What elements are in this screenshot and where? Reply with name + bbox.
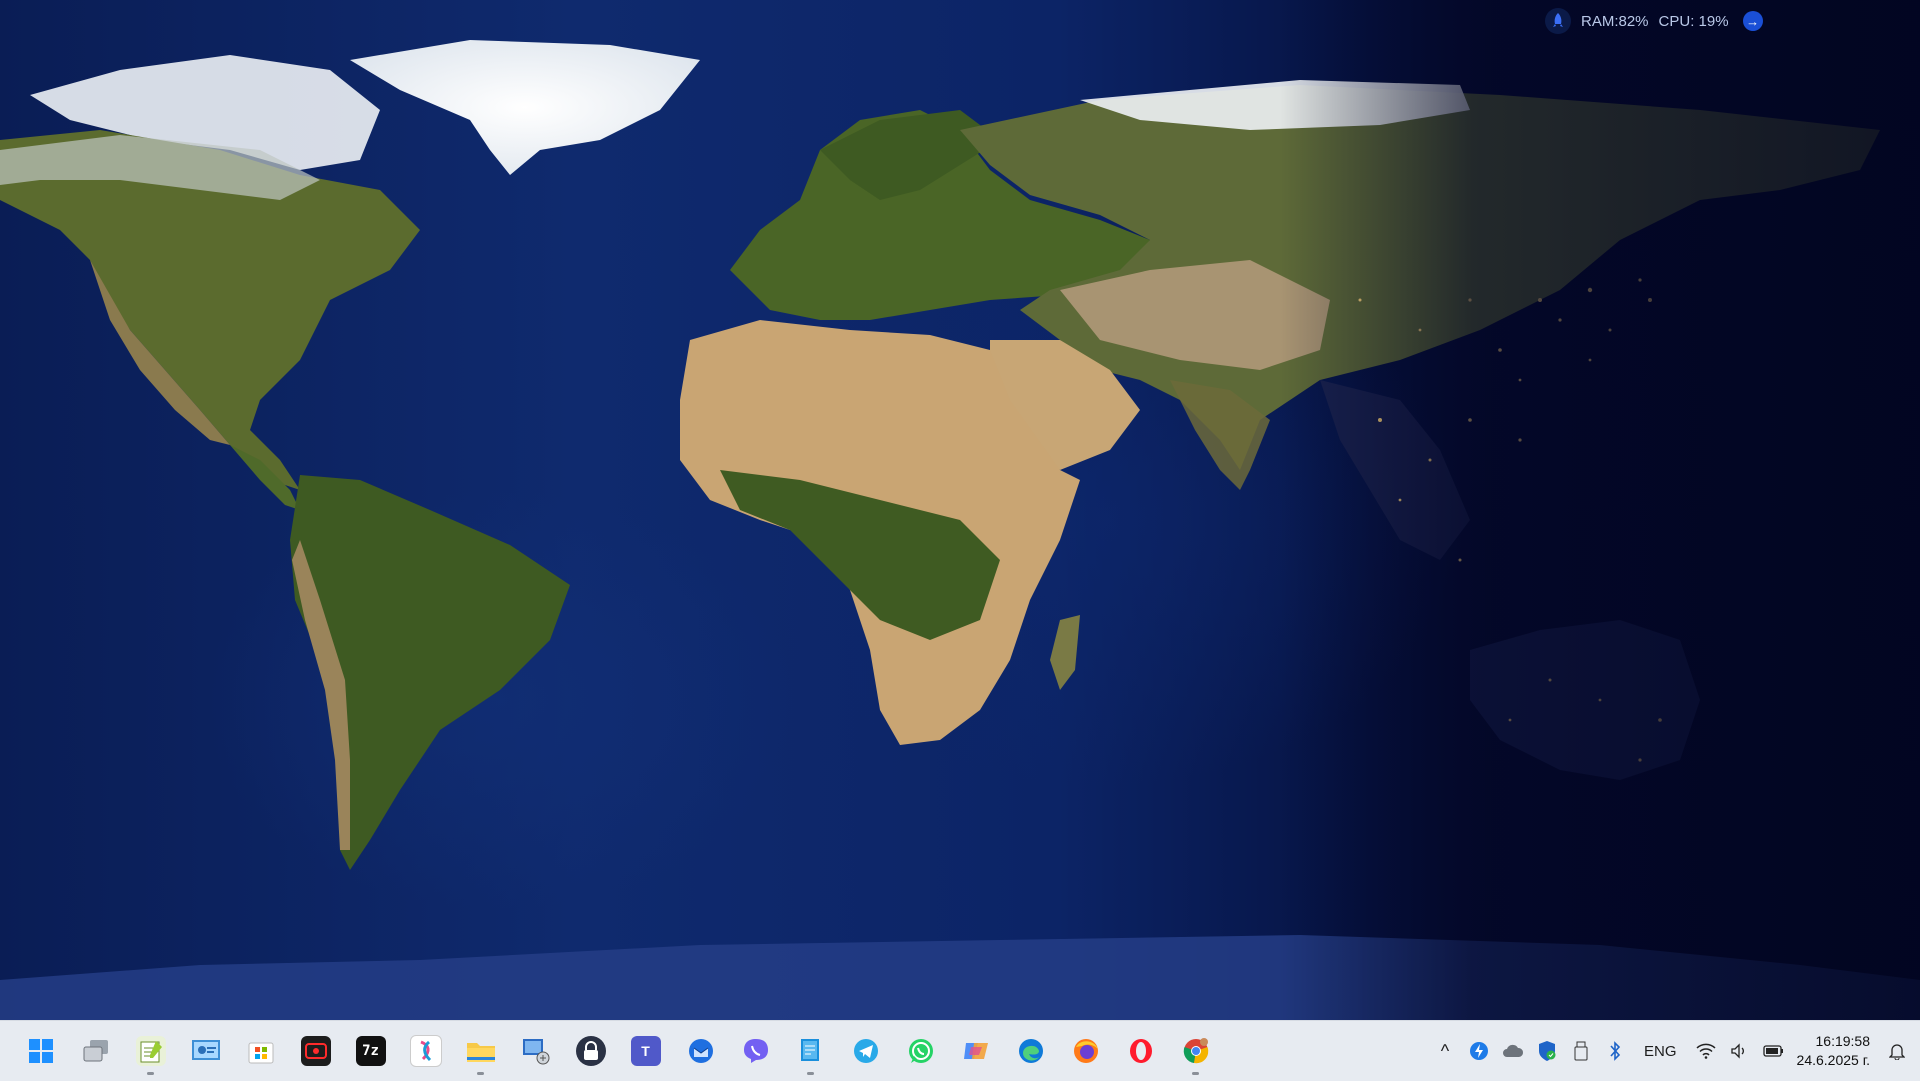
- cloud-icon[interactable]: [1496, 1031, 1530, 1071]
- task-view-button[interactable]: [73, 1027, 118, 1075]
- app-opera[interactable]: [1118, 1027, 1163, 1075]
- app-file-explorer[interactable]: [458, 1027, 503, 1075]
- cpu-usage: CPU: 19%: [1658, 12, 1729, 30]
- running-indicator: [1192, 1072, 1199, 1075]
- start-button[interactable]: [18, 1027, 63, 1075]
- whatsapp-icon: [906, 1036, 936, 1066]
- desktop[interactable]: RAM:82% CPU: 19% →: [0, 0, 1920, 1020]
- copilot-icon: [961, 1036, 991, 1066]
- running-indicator: [147, 1072, 154, 1075]
- recorder-icon: [300, 1036, 331, 1066]
- app-copilot[interactable]: [953, 1027, 998, 1075]
- app-whatsapp[interactable]: [898, 1027, 943, 1075]
- folder-icon: [466, 1036, 496, 1066]
- input-language[interactable]: ENG: [1632, 1043, 1689, 1060]
- opera-icon: [1126, 1036, 1156, 1066]
- show-hidden-icons-chevron[interactable]: ^: [1428, 1031, 1462, 1071]
- greenland: [350, 40, 700, 175]
- thunderbird-icon: [686, 1036, 716, 1066]
- teams-icon: T: [630, 1036, 661, 1066]
- clock-date: 24.6.2025 г.: [1796, 1052, 1870, 1068]
- app-teams[interactable]: T: [623, 1027, 668, 1075]
- taskbar-apps: 7z T: [18, 1021, 1228, 1081]
- lock-icon: [575, 1036, 606, 1066]
- notepad-icon: [135, 1036, 166, 1066]
- running-indicator: [807, 1072, 814, 1075]
- app-chrome[interactable]: [1173, 1027, 1218, 1075]
- wifi-icon[interactable]: [1689, 1031, 1723, 1071]
- security-shield-icon[interactable]: [1530, 1031, 1564, 1071]
- usb-drive-icon[interactable]: [1564, 1031, 1598, 1071]
- app-vpn[interactable]: [568, 1027, 613, 1075]
- app-firefox[interactable]: [1063, 1027, 1108, 1075]
- system-tray: ^ ENG 16:19:58 24.6.2025 г.: [1428, 1021, 1920, 1081]
- document-icon: [796, 1036, 826, 1066]
- windows-logo-icon: [26, 1036, 56, 1066]
- clock-time: 16:19:58: [1815, 1033, 1871, 1049]
- taskbar: 7z T ^ ENG 16:19:58 24.6.2025 г.: [0, 1020, 1920, 1081]
- madagascar: [1050, 615, 1080, 690]
- app-microsoft-store[interactable]: [238, 1027, 283, 1075]
- bluetooth-icon[interactable]: [1598, 1031, 1632, 1071]
- store-icon: [246, 1036, 276, 1066]
- arrow-right-icon[interactable]: →: [1742, 11, 1763, 31]
- task-view-icon: [81, 1036, 111, 1066]
- app-telegram[interactable]: [843, 1027, 888, 1075]
- battery-icon[interactable]: [1757, 1031, 1791, 1071]
- telegram-icon: [851, 1036, 881, 1066]
- edge-icon: [1016, 1036, 1046, 1066]
- chrome-icon: [1181, 1036, 1211, 1066]
- app-edge[interactable]: [1008, 1027, 1053, 1075]
- remote-desktop-icon: [521, 1036, 551, 1066]
- app-snipping[interactable]: [403, 1027, 448, 1075]
- night-shade: [1280, 0, 1920, 1020]
- viber-icon: [741, 1036, 771, 1066]
- running-indicator: [477, 1072, 484, 1075]
- snip-icon: [409, 1035, 442, 1067]
- ram-usage: RAM:82%: [1581, 12, 1649, 30]
- control-panel-icon: [191, 1036, 221, 1066]
- 7zip-icon: 7z: [355, 1036, 386, 1066]
- app-control-panel[interactable]: [183, 1027, 228, 1075]
- app-thunderbird[interactable]: [678, 1027, 723, 1075]
- app-screen-recorder[interactable]: [293, 1027, 338, 1075]
- performance-widget[interactable]: RAM:82% CPU: 19% →: [1545, 6, 1775, 36]
- app-notepad-plus[interactable]: [128, 1027, 173, 1075]
- rocket-icon: [1545, 8, 1571, 34]
- volume-icon[interactable]: [1723, 1031, 1757, 1071]
- firefox-icon: [1071, 1036, 1101, 1066]
- notification-bell-icon[interactable]: [1880, 1031, 1914, 1071]
- clock[interactable]: 16:19:58 24.6.2025 г.: [1791, 1032, 1880, 1070]
- app-viber[interactable]: [733, 1027, 778, 1075]
- app-7zip[interactable]: 7z: [348, 1027, 393, 1075]
- bolt-icon[interactable]: [1462, 1031, 1496, 1071]
- app-remote-desktop[interactable]: [513, 1027, 558, 1075]
- app-document[interactable]: [788, 1027, 833, 1075]
